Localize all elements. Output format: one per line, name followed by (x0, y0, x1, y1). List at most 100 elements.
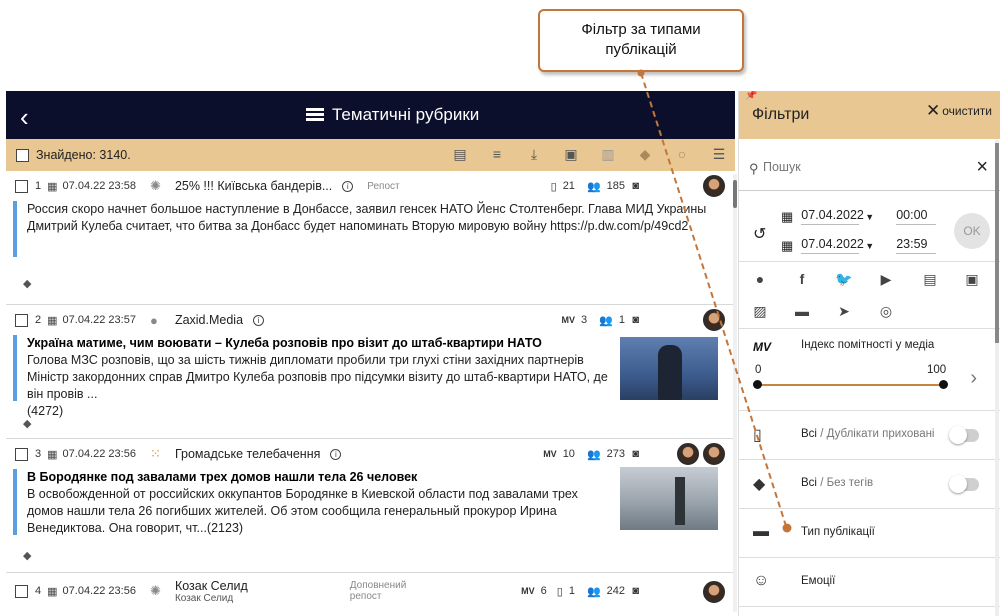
select-all-checkbox[interactable] (16, 148, 29, 162)
close-icon: ✕ (925, 101, 941, 120)
list-item[interactable]: 2 ▦ 07.04.22 23:57 ● Zaxid.Media i MV 3 👥… (6, 305, 735, 439)
tag-icon[interactable]: ◆ (637, 145, 653, 163)
forum-icon[interactable]: ▬ (793, 302, 811, 320)
tv-icon[interactable]: ▣ (963, 270, 981, 288)
radio-icon[interactable]: ▨ (751, 302, 769, 320)
dropdown-caret-icon[interactable]: ▼ (865, 212, 874, 222)
info-icon[interactable]: i (330, 448, 342, 460)
tag-icon[interactable]: ◆ (23, 417, 31, 430)
item-checkbox[interactable] (15, 447, 28, 461)
duplicates-count: 1 (568, 585, 575, 597)
main-scrollbar-track[interactable] (733, 174, 737, 612)
date-to-row: ▦ 07.04.2022 ▼ 23:59 (781, 237, 937, 254)
item-date: 07.04.22 23:58 (62, 180, 136, 192)
duplicates-filter-row[interactable]: ▯ Всі / Дублікати приховані (739, 411, 1000, 460)
instagram-icon[interactable]: ◎ (877, 302, 895, 320)
item-title[interactable]: В Бородянке под завалами трех домов нашл… (27, 469, 615, 486)
mv-slider-max-knob[interactable] (939, 380, 948, 389)
list-item[interactable]: 1 ▦ 07.04.22 23:58 ✺ 25% !!! Київська ба… (6, 171, 735, 305)
tags-sub: / Без тегів (820, 477, 874, 489)
back-icon[interactable]: ‹ (20, 102, 29, 133)
emoji-icon: ☺ (753, 572, 770, 589)
item-source-sub: Козак Селид (174, 592, 234, 604)
list-item[interactable]: 3 ▦ 07.04.22 23:56 ⁙ Громадське телебаче… (6, 439, 735, 573)
publication-type-row[interactable]: ▬ Тип публікації (739, 509, 1000, 558)
tags-all: Всі (801, 477, 817, 489)
web-icon[interactable]: ● (751, 270, 769, 288)
press-icon[interactable]: ▤ (921, 270, 939, 288)
dropdown-caret-icon[interactable]: ▼ (865, 241, 874, 251)
people-icon: 👥 (599, 314, 613, 327)
item-date: 07.04.22 23:56 (62, 448, 136, 460)
info-icon[interactable]: i (342, 180, 354, 192)
tag-icon[interactable]: ◆ (23, 277, 31, 290)
item-checkbox[interactable] (15, 584, 28, 598)
tag-icon[interactable]: ◆ (23, 549, 31, 562)
time-from[interactable]: 00:00 (896, 208, 937, 225)
save-icon[interactable]: ▣ (563, 145, 579, 163)
search-in-icon[interactable]: ◙ (632, 585, 639, 597)
duplicates-icon: ▯ (556, 585, 563, 598)
date-to[interactable]: 07.04.2022 (801, 237, 864, 254)
item-content: Россия скоро начнет большое наступление … (13, 201, 735, 257)
avatar[interactable] (703, 581, 725, 603)
mv-label: Індекс помітності у медіа (801, 339, 935, 351)
item-meta: 3 ▦ 07.04.22 23:56 ⁙ Громадське телебаче… (6, 439, 735, 469)
comment-icon[interactable]: ○ (674, 145, 690, 163)
item-content: В Бородянке под завалами трех домов нашл… (13, 467, 718, 535)
text-lines-icon[interactable]: ≡ (489, 145, 505, 163)
item-title[interactable]: Україна матиме, чим воювати – Кулеба роз… (27, 335, 615, 352)
duplicates-toggle[interactable] (949, 426, 979, 444)
filter-search-input[interactable] (763, 160, 963, 174)
main-scrollbar-thumb[interactable] (733, 180, 737, 208)
calendar-icon: ▦ (47, 585, 58, 598)
avatar[interactable] (703, 443, 725, 465)
mv-slider-track[interactable] (757, 384, 943, 386)
facebook-icon[interactable]: f (793, 270, 811, 288)
search-in-icon[interactable]: ◙ (632, 314, 639, 326)
item-source[interactable]: Громадське телебачення (175, 447, 320, 461)
telegram-icon[interactable]: ➤ (835, 302, 853, 320)
time-to[interactable]: 23:59 (896, 237, 937, 254)
avatar[interactable] (703, 309, 725, 331)
search-in-icon[interactable]: ◙ (632, 448, 639, 460)
pin-icon[interactable]: 📌 (745, 91, 757, 101)
toolbar-icons: ▤ ≡ ⤓ ▣ ▥ ◆ ○ ☰ (452, 145, 727, 163)
clear-search-icon[interactable]: × (976, 156, 988, 179)
date-from[interactable]: 07.04.2022 (801, 208, 864, 225)
avatar[interactable] (703, 175, 725, 197)
info-icon[interactable]: i (253, 314, 265, 326)
item-checkbox[interactable] (15, 313, 28, 327)
news-thumbnail[interactable] (620, 337, 718, 400)
item-source[interactable]: Козак Селид (175, 579, 248, 593)
clear-filters-button[interactable]: ✕ очистити (925, 101, 992, 120)
download-icon[interactable]: ⤓ (526, 145, 542, 163)
mv-label: MV (561, 315, 576, 325)
tags-filter-row[interactable]: ◆ Всі / Без тегів (739, 460, 1000, 509)
list-item[interactable]: 4 ▦ 07.04.22 23:56 ✺ Козак Селид Козак С… (6, 573, 735, 613)
item-count: (4272) (27, 404, 64, 418)
callout-box: Фільтр за типами публікацій (538, 9, 744, 72)
audience-count: 242 (606, 585, 625, 597)
search-in-icon[interactable]: ◙ (632, 180, 639, 192)
tags-toggle[interactable] (949, 475, 979, 493)
item-stats: MV 10 👥 273 (543, 448, 625, 461)
news-thumbnail[interactable] (620, 467, 718, 530)
item-source[interactable]: 25% !!! Київська бандерів... (175, 179, 332, 193)
mv-slider-min-knob[interactable] (753, 380, 762, 389)
twitter-icon[interactable]: 🐦 (835, 270, 853, 288)
ok-button[interactable]: OK (954, 213, 990, 249)
avatar[interactable] (677, 443, 699, 465)
document-icon[interactable]: ▤ (452, 145, 468, 163)
youtube-icon[interactable]: ▶ (877, 270, 895, 288)
filter-list-icon[interactable]: ☰ (711, 145, 727, 163)
chevron-right-icon[interactable]: › (970, 367, 977, 390)
emotions-row[interactable]: ☺ Емоції (739, 558, 1000, 607)
delete-icon[interactable]: ▥ (600, 145, 616, 163)
calendar-icon: ▦ (47, 314, 58, 327)
item-stats: MV 6 ▯ 1 👥 242 (521, 585, 625, 598)
item-source[interactable]: Zaxid.Media (175, 313, 243, 327)
item-checkbox[interactable] (15, 179, 28, 193)
calendar-icon: ▦ (47, 180, 58, 193)
filters-scrollbar-thumb[interactable] (995, 143, 999, 343)
